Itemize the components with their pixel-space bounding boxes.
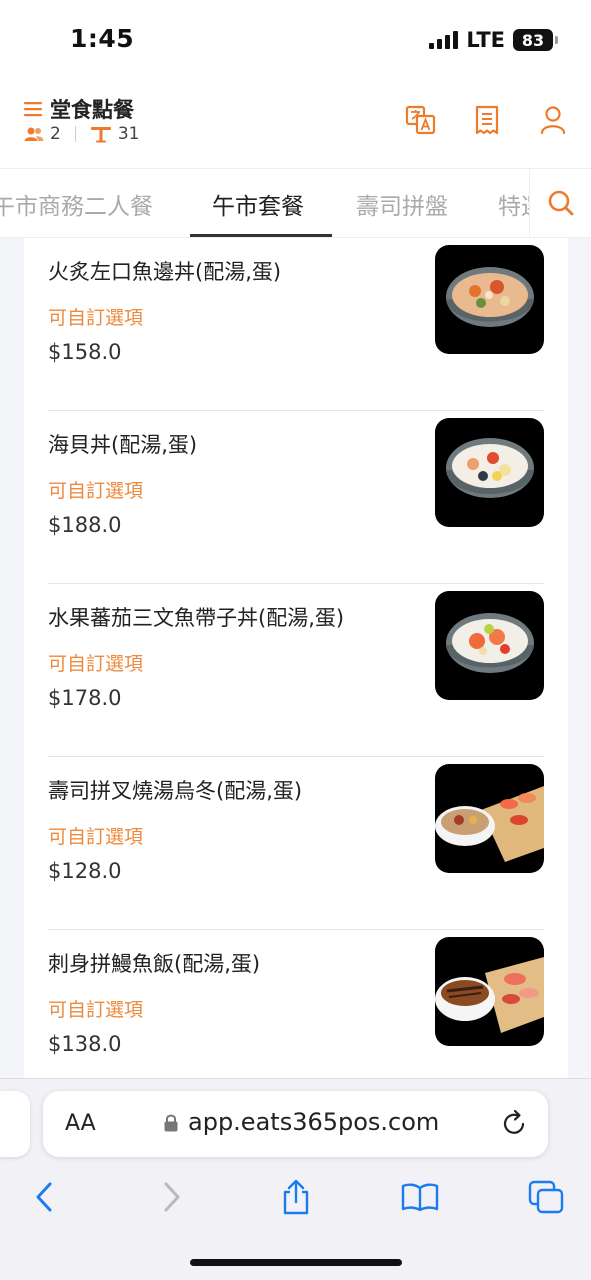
guest-count: 2 [50,124,61,144]
menu-list: 火炙左口魚邊丼(配湯,蛋) 可自訂選項 $158.0 海貝丼(配湯,蛋) 可自訂… [24,238,568,1078]
translate-button[interactable] [403,102,439,138]
menu-item[interactable]: 壽司拼叉燒湯烏冬(配湯,蛋) 可自訂選項 $128.0 [48,757,544,930]
reader-text-size-button[interactable]: AA [65,1111,96,1136]
address-bar[interactable]: AA app.eats365pos.com [43,1091,548,1157]
book-icon [401,1183,439,1212]
item-name: 海貝丼(配湯,蛋) [48,433,198,457]
receipt-icon [475,105,499,135]
table-icon [90,127,111,143]
account-button[interactable] [535,102,571,138]
order-receipt-button[interactable] [469,102,505,138]
menu-item[interactable]: 火炙左口魚邊丼(配湯,蛋) 可自訂選項 $158.0 [48,238,544,411]
battery-level: 83 [521,30,545,50]
user-icon [540,106,566,135]
cellular-signal-icon [429,31,459,49]
item-customizable-label: 可自訂選項 [48,826,144,848]
item-price: $188.0 [48,513,122,537]
url-text[interactable]: app.eats365pos.com [188,1108,439,1136]
menu-item[interactable]: 海貝丼(配湯,蛋) 可自訂選項 $188.0 [48,411,544,584]
table-number: 31 [117,124,140,144]
search-icon [548,190,573,216]
item-name: 刺身拼鰻魚飯(配湯,蛋) [48,952,261,976]
people-icon [24,127,44,141]
item-price: $178.0 [48,686,122,710]
item-customizable-label: 可自訂選項 [48,999,144,1021]
previous-tab-peek[interactable] [0,1091,30,1157]
tabs-button[interactable] [524,1175,568,1219]
menu-item[interactable]: 刺身拼鰻魚飯(配湯,蛋) 可自訂選項 $138.0 [48,930,544,1078]
menu-content: 火炙左口魚邊丼(配湯,蛋) 可自訂選項 $158.0 海貝丼(配湯,蛋) 可自訂… [0,238,591,1078]
item-image[interactable] [435,591,544,700]
item-price: $128.0 [48,859,122,883]
tabs-overview-icon [528,1180,564,1214]
lock-icon [164,1114,178,1132]
item-price: $138.0 [48,1032,122,1056]
browser-toolbar [0,1169,591,1229]
item-customizable-label: 可自訂選項 [48,480,144,502]
item-image[interactable] [435,937,544,1046]
item-image[interactable] [435,418,544,527]
menu-item[interactable]: 水果蕃茄三文魚帶子丼(配湯,蛋) 可自訂選項 $178.0 [48,584,544,757]
item-name: 水果蕃茄三文魚帶子丼(配湯,蛋) [48,606,345,630]
forward-button[interactable] [150,1175,194,1219]
item-price: $158.0 [48,340,122,364]
translate-icon [405,105,436,135]
tab-sushi-platter[interactable]: 壽司拼盤 [356,187,448,221]
battery-icon: 83 [513,29,558,51]
status-bar: 1:45 LTE 83 [0,0,591,80]
item-name: 壽司拼叉燒湯烏冬(配湯,蛋) [48,779,303,803]
chevron-left-icon [36,1182,52,1212]
menu-icon[interactable] [24,101,42,117]
item-customizable-label: 可自訂選項 [48,307,144,329]
network-type: LTE [466,28,505,52]
home-indicator [190,1259,402,1266]
bookmarks-button[interactable] [398,1175,442,1219]
item-image[interactable] [435,764,544,873]
tab-lunch-set[interactable]: 午市套餐 [212,187,304,221]
category-tabs: 午市商務二人餐 午市套餐 壽司拼盤 特選 [0,168,591,238]
status-time: 1:45 [70,24,135,53]
back-button[interactable] [22,1175,66,1219]
page-title: 堂食點餐 [50,98,134,122]
browser-chrome: AA app.eats365pos.com [0,1078,591,1280]
app-header: 堂食點餐 2 31 [0,80,591,168]
active-tab-indicator [190,234,332,237]
share-icon [283,1179,309,1215]
item-name: 火炙左口魚邊丼(配湯,蛋) [48,260,282,284]
item-image[interactable] [435,245,544,354]
reload-icon[interactable] [502,1109,528,1137]
chevron-right-icon [164,1182,180,1212]
share-button[interactable] [274,1175,318,1219]
divider [74,126,76,142]
tab-lunch-business-for-two[interactable]: 午市商務二人餐 [0,187,153,221]
search-button[interactable] [529,169,591,237]
item-customizable-label: 可自訂選項 [48,653,144,675]
